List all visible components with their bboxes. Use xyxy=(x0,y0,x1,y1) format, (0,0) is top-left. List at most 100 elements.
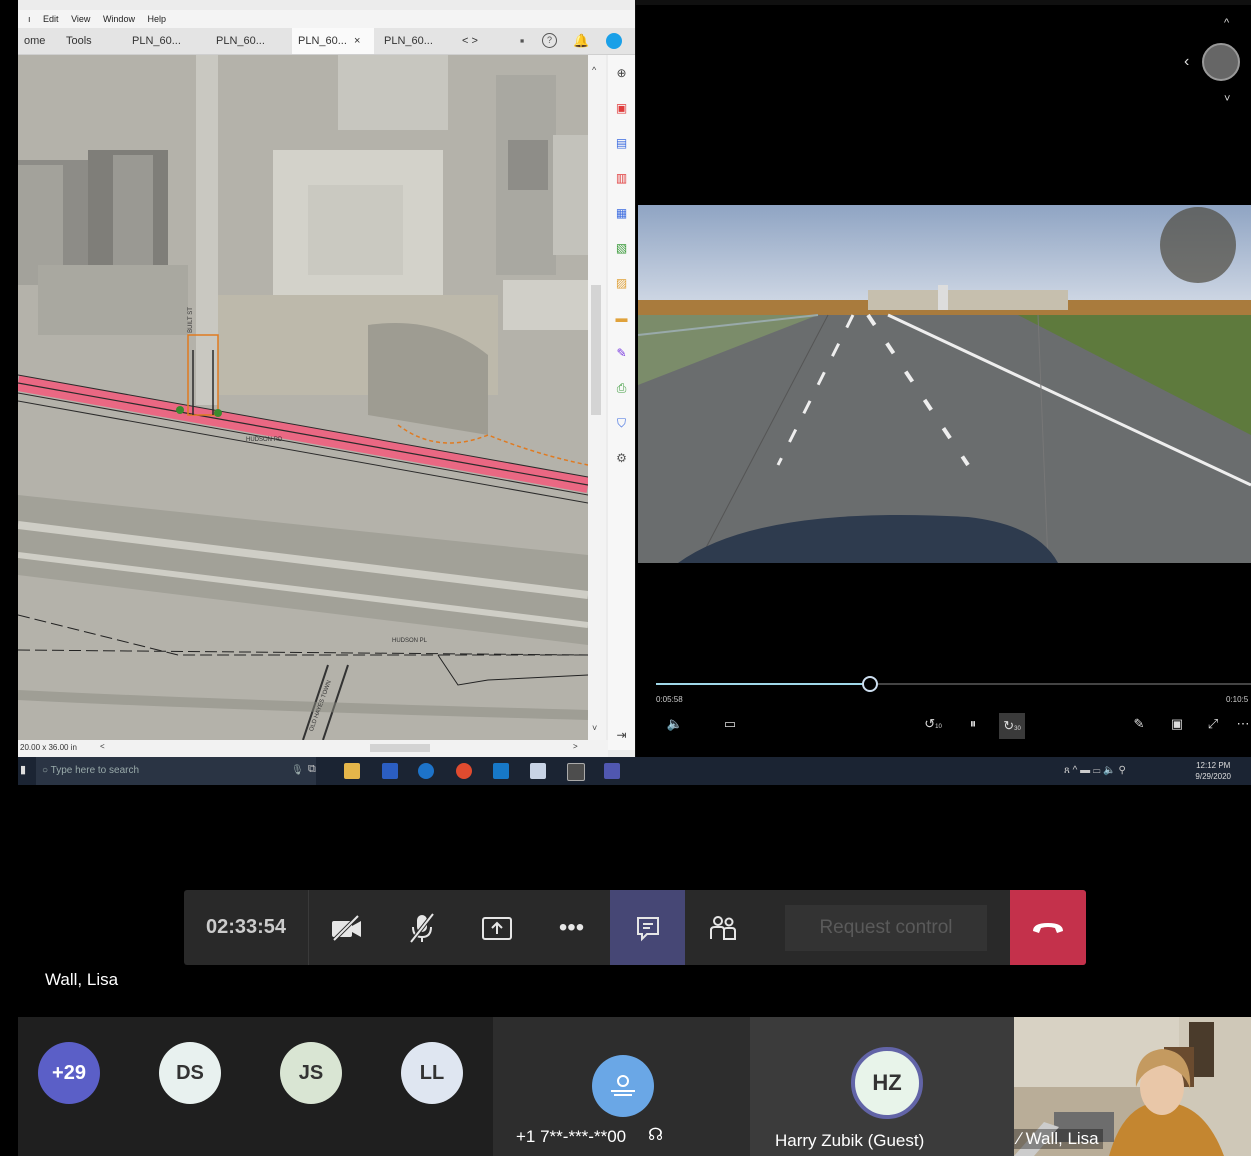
speaking-icon: ☊ xyxy=(648,1125,664,1144)
fullscreen-icon[interactable]: ⤢ xyxy=(1204,715,1222,733)
combine-files-icon[interactable]: ▧ xyxy=(613,240,630,257)
current-time: 0:05:58 xyxy=(656,695,683,704)
compass-dial-icon[interactable] xyxy=(1202,43,1240,81)
tab-nav-arrows[interactable]: < > xyxy=(456,28,484,54)
share-screen-button[interactable] xyxy=(459,890,534,965)
word-icon[interactable] xyxy=(382,763,398,779)
video-participant-name: ∕ Wall, Lisa xyxy=(1014,1129,1103,1149)
road-dashcam-image xyxy=(638,205,1251,563)
horizontal-scroll-thumb[interactable] xyxy=(370,744,430,752)
phone-participant-tile[interactable]: +1 7**-***-**00 ☊ xyxy=(493,1017,750,1156)
chevron-left-icon[interactable]: ‹ xyxy=(1184,53,1189,71)
scroll-up-icon[interactable]: ^ xyxy=(592,65,596,75)
mini-view-icon[interactable]: ▣ xyxy=(1168,715,1186,733)
chat-button[interactable] xyxy=(610,890,685,965)
create-pdf-icon[interactable]: ▣ xyxy=(613,100,630,117)
expand-rail-icon[interactable]: ⇥ xyxy=(613,727,630,744)
skip-forward-icon[interactable]: ↻30 xyxy=(999,713,1025,739)
vertical-scrollbar[interactable]: ^ ˅ xyxy=(588,55,606,740)
tab-close-icon[interactable]: × xyxy=(354,35,360,47)
organize-pages-icon[interactable]: ▥ xyxy=(613,170,630,187)
captions-icon[interactable]: ▭ xyxy=(721,715,739,733)
tab-document-4[interactable]: PLN_60... xyxy=(378,28,439,54)
aerial-plan-graphic xyxy=(18,55,588,740)
map-label-hudson-pl: HUDSON PL xyxy=(392,638,428,644)
scroll-right-icon[interactable]: > xyxy=(573,742,578,751)
participants-icon xyxy=(709,915,736,940)
edge-icon[interactable] xyxy=(418,763,434,779)
system-tray-icons[interactable]: ጸ ^ ▬ ▭ 🔈 ⚲ xyxy=(1064,765,1126,776)
microphone-icon[interactable]: 🎙 xyxy=(291,757,304,785)
file-explorer-icon[interactable] xyxy=(344,763,360,779)
meeting-timer: 02:33:54 xyxy=(184,890,309,965)
chrome-icon[interactable] xyxy=(456,763,472,779)
menu-window[interactable]: Window xyxy=(103,14,135,24)
participants-button[interactable] xyxy=(685,890,760,965)
scroll-down-icon[interactable]: ˅ xyxy=(592,723,597,733)
task-view-icon[interactable]: ⧉ xyxy=(308,763,316,776)
more-options-icon[interactable]: ⋯ xyxy=(1234,715,1251,733)
video-player: ^ ‹ ˅ 0:05:58 0:10:5 🔈 ▭ ↺10 ⏸ ↻30 ✎ ▣ ⤢… xyxy=(636,5,1251,757)
taskbar-search[interactable]: ○ Type here to search 🎙 xyxy=(36,757,316,785)
teams-icon[interactable] xyxy=(604,763,620,779)
video-frame[interactable] xyxy=(638,205,1251,563)
request-signature-icon[interactable]: ▨ xyxy=(613,275,630,292)
clock-time: 12:12 PM xyxy=(1196,761,1231,770)
avatar-js[interactable]: JS xyxy=(280,1042,342,1104)
plan-viewer-window: ı Edit View Window Help ome Tools PLN_60… xyxy=(18,0,635,757)
start-icon[interactable]: ▮ xyxy=(20,763,26,776)
account-icon[interactable] xyxy=(606,33,622,49)
overflow-participants-badge[interactable]: +29 xyxy=(38,1042,100,1104)
menu-view[interactable]: View xyxy=(71,14,90,24)
tab-document-2[interactable]: PLN_60... xyxy=(210,28,271,54)
comment-tool-icon[interactable]: ▬ xyxy=(613,310,630,327)
scrubber-handle[interactable] xyxy=(862,676,879,692)
comment-icon[interactable]: ▪ xyxy=(514,33,530,49)
scroll-left-icon[interactable]: < xyxy=(100,742,105,751)
mic-off-button[interactable] xyxy=(384,890,459,965)
document-app-icon[interactable] xyxy=(530,763,546,779)
more-tools-icon[interactable]: ⚙ xyxy=(613,450,630,467)
outlook-icon[interactable] xyxy=(493,763,509,779)
more-actions-button[interactable]: ••• xyxy=(534,890,609,965)
video-timeline[interactable] xyxy=(656,676,1251,692)
volume-icon[interactable]: 🔈 xyxy=(666,715,684,733)
tab-home[interactable]: ome xyxy=(18,28,51,54)
fill-sign-icon[interactable]: ✎ xyxy=(613,345,630,362)
plan-drawing-map[interactable]: HUDSON RD HUDSON PL BUILT ST OLD HAYES T… xyxy=(18,55,588,740)
help-icon[interactable]: ? xyxy=(542,33,557,48)
avatar-ds[interactable]: DS xyxy=(159,1042,221,1104)
menu-bar: ı Edit View Window Help xyxy=(18,10,635,28)
protect-icon[interactable]: ⛉ xyxy=(613,415,630,432)
video-participant-tile[interactable]: ∕ Wall, Lisa xyxy=(1014,1017,1251,1156)
chevron-down-icon[interactable]: ˅ xyxy=(1224,93,1230,105)
guest-participant-tile[interactable]: HZ Harry Zubik (Guest) xyxy=(750,1017,1014,1156)
movies-tv-icon[interactable] xyxy=(567,763,585,781)
menu-help[interactable]: Help xyxy=(147,14,166,24)
camera-off-button[interactable] xyxy=(309,890,384,965)
tab-document-3[interactable]: PLN_60... × xyxy=(292,28,374,54)
avatar-ll[interactable]: LL xyxy=(401,1042,463,1104)
export-pdf-icon[interactable]: ▤ xyxy=(613,135,630,152)
shared-screen: ı Edit View Window Help ome Tools PLN_60… xyxy=(18,0,1251,785)
avatar-hz: HZ xyxy=(851,1047,923,1119)
zoom-in-icon[interactable]: ⊕ xyxy=(613,65,630,82)
tab-document-1[interactable]: PLN_60... xyxy=(126,28,187,54)
taskbar-clock[interactable]: 12:12 PM 9/29/2020 xyxy=(1195,760,1231,782)
presenter-name: Wall, Lisa xyxy=(45,970,119,989)
print-production-icon[interactable]: ⎙ xyxy=(613,380,630,397)
edit-pdf-icon[interactable]: ▦ xyxy=(613,205,630,222)
menu-edit[interactable]: Edit xyxy=(43,14,59,24)
pause-icon[interactable]: ⏸ xyxy=(964,715,982,733)
tab-tools[interactable]: Tools xyxy=(60,28,98,54)
clock-date: 9/29/2020 xyxy=(1195,772,1231,781)
bell-icon[interactable]: 🔔 xyxy=(573,33,589,49)
request-control-button[interactable]: Request control xyxy=(785,905,987,951)
scroll-thumb[interactable] xyxy=(591,285,601,415)
video-participant-name-text: Wall, Lisa xyxy=(1025,1129,1099,1148)
skip-forward-label: 30 xyxy=(1014,726,1021,732)
hang-up-button[interactable] xyxy=(1010,890,1086,965)
skip-back-icon[interactable]: ↺10 xyxy=(924,715,942,733)
chevron-up-icon[interactable]: ^ xyxy=(1224,17,1229,29)
pen-icon[interactable]: ✎ xyxy=(1130,715,1148,733)
